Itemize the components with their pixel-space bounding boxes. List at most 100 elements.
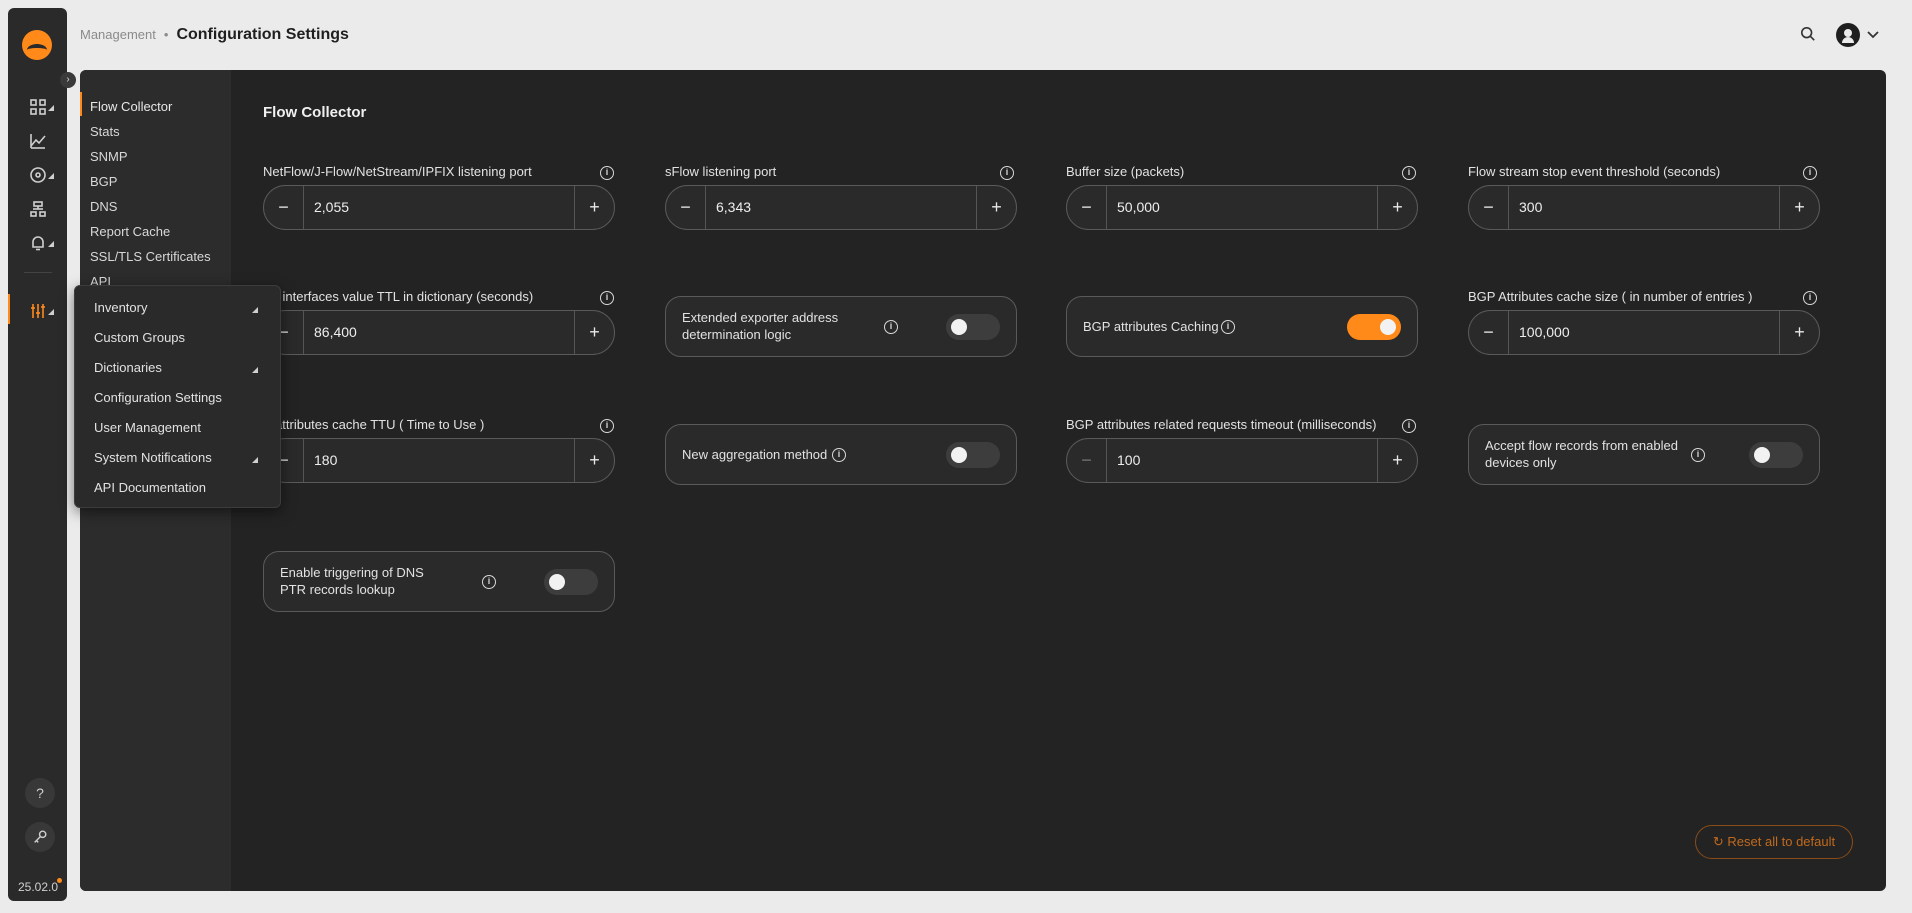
app-version: 25.02.0 [18, 880, 59, 894]
help-icon[interactable]: ? [25, 778, 55, 808]
key-icon[interactable] [25, 822, 55, 852]
increment-button[interactable]: + [1377, 186, 1417, 229]
analytics-icon[interactable] [29, 132, 49, 152]
bgp-ttu-input[interactable]: 180 [314, 439, 337, 482]
bgp-caching-toggle[interactable] [1347, 314, 1401, 340]
increment-button[interactable]: + [574, 311, 614, 354]
decrement-button[interactable]: − [1469, 311, 1509, 354]
extended-exporter-toggle[interactable] [946, 314, 1000, 340]
chevron-down-icon[interactable] [1867, 28, 1879, 42]
menu-item-inventory[interactable]: Inventory [94, 300, 147, 315]
info-icon[interactable]: i [1803, 166, 1817, 180]
breadcrumb-parent[interactable]: Management [80, 27, 156, 42]
breadcrumb-separator: • [163, 27, 169, 42]
info-icon[interactable]: i [1402, 166, 1416, 180]
netflow-port-label: NetFlow/J-Flow/NetStream/IPFIX listening… [263, 164, 532, 179]
info-icon[interactable]: i [600, 291, 614, 305]
submenu-triangle-icon [252, 457, 258, 463]
management-menu: Inventory Custom Groups Dictionaries Con… [74, 285, 281, 508]
buffer-size-label: Buffer size (packets) [1066, 164, 1185, 179]
flows-ttl-label: ws interfaces value TTL in dictionary (s… [263, 289, 534, 304]
bgp-cache-size-input[interactable]: 100,000 [1519, 311, 1570, 354]
subnav-item-ssl-tls[interactable]: SSL/TLS Certificates [90, 249, 211, 264]
info-icon[interactable]: i [884, 320, 898, 334]
rail-divider [24, 272, 52, 273]
subnav-item-report-cache[interactable]: Report Cache [90, 224, 170, 239]
user-avatar[interactable] [1836, 23, 1860, 47]
info-icon[interactable]: i [832, 448, 846, 462]
settings-sliders-icon[interactable] [29, 302, 49, 322]
increment-button[interactable]: + [976, 186, 1016, 229]
info-icon[interactable]: i [1221, 320, 1235, 334]
subnav-active-indicator [80, 92, 82, 116]
info-icon[interactable]: i [1402, 419, 1416, 433]
dashboard-icon[interactable] [29, 98, 49, 118]
menu-item-custom-groups[interactable]: Custom Groups [94, 330, 185, 345]
new-aggregation-label: New aggregation method [682, 447, 828, 462]
decrement-button[interactable]: − [1067, 186, 1107, 229]
increment-button[interactable]: + [574, 186, 614, 229]
search-icon[interactable] [1800, 26, 1818, 44]
network-icon[interactable] [29, 166, 49, 186]
accept-enabled-toggle[interactable] [1749, 442, 1803, 468]
increment-button[interactable]: + [1779, 186, 1819, 229]
section-title: Flow Collector [263, 104, 367, 121]
decrement-button[interactable]: − [1469, 186, 1509, 229]
info-icon[interactable]: i [1803, 291, 1817, 305]
info-icon[interactable]: i [1000, 166, 1014, 180]
main-panel: Flow Collector Stats SNMP BGP DNS Report… [80, 70, 1886, 891]
decrement-button[interactable]: − [1067, 439, 1107, 482]
new-aggregation-toggle[interactable] [946, 442, 1000, 468]
reset-all-button[interactable]: ↻ Reset all to default [1695, 825, 1853, 859]
extended-exporter-label: Extended exporter address determination … [682, 310, 839, 342]
subnav-item-dns[interactable]: DNS [90, 199, 117, 214]
accept-enabled-card: Accept flow records from enabled devices… [1468, 424, 1820, 485]
flows-ttl-input[interactable]: 86,400 [314, 311, 357, 354]
subnav-item-snmp[interactable]: SNMP [90, 149, 128, 164]
info-icon[interactable]: i [600, 419, 614, 433]
menu-item-dictionaries[interactable]: Dictionaries [94, 360, 162, 375]
increment-button[interactable]: + [1779, 311, 1819, 354]
update-indicator-dot [57, 878, 62, 883]
submenu-triangle-icon [252, 367, 258, 373]
decrement-button[interactable]: − [666, 186, 706, 229]
menu-item-configuration-settings[interactable]: Configuration Settings [94, 390, 222, 405]
netflow-port-stepper: − 2,055 + [263, 185, 615, 230]
info-icon[interactable]: i [600, 166, 614, 180]
stop-threshold-input[interactable]: 300 [1519, 186, 1542, 229]
subnav-item-bgp[interactable]: BGP [90, 174, 117, 189]
bell-icon[interactable] [29, 234, 49, 254]
menu-item-user-management[interactable]: User Management [94, 420, 201, 435]
bgp-cache-size-label: BGP Attributes cache size ( in number of… [1468, 289, 1753, 304]
buffer-size-input[interactable]: 50,000 [1117, 186, 1160, 229]
bgp-timeout-label: BGP attributes related requests timeout … [1066, 417, 1377, 432]
topology-icon[interactable] [29, 200, 49, 220]
submenu-triangle-icon [252, 307, 258, 313]
sflow-port-label: sFlow listening port [665, 164, 777, 179]
reset-icon: ↻ [1712, 834, 1724, 849]
netflow-port-input[interactable]: 2,055 [314, 186, 349, 229]
increment-button[interactable]: + [574, 439, 614, 482]
subnav-item-flow-collector[interactable]: Flow Collector [90, 99, 172, 114]
expand-triangle-icon [48, 309, 54, 315]
subnav-item-stats[interactable]: Stats [90, 124, 120, 139]
bgp-ttu-label: P attributes cache TTU ( Time to Use ) [263, 417, 485, 432]
stop-threshold-label: Flow stream stop event threshold (second… [1468, 164, 1721, 179]
info-icon[interactable]: i [482, 575, 496, 589]
bgp-timeout-input[interactable]: 100 [1117, 439, 1140, 482]
menu-item-api-documentation[interactable]: API Documentation [94, 480, 206, 495]
dns-ptr-toggle[interactable] [544, 569, 598, 595]
buffer-size-stepper: − 50,000 + [1066, 185, 1418, 230]
increment-button[interactable]: + [1377, 439, 1417, 482]
icon-rail: › ? 25.02.0 [8, 8, 76, 901]
app-logo-icon[interactable] [22, 30, 52, 60]
flows-ttl-stepper: − 86,400 + [263, 310, 615, 355]
decrement-button[interactable]: − [264, 186, 304, 229]
bgp-ttu-stepper: − 180 + [263, 438, 615, 483]
new-aggregation-card: New aggregation method i [665, 424, 1017, 485]
menu-item-system-notifications[interactable]: System Notifications [94, 450, 212, 465]
info-icon[interactable]: i [1691, 448, 1705, 462]
collapse-rail-button[interactable]: › [60, 72, 76, 88]
sflow-port-input[interactable]: 6,343 [716, 186, 751, 229]
bgp-caching-card: BGP attributes Caching i [1066, 296, 1418, 357]
